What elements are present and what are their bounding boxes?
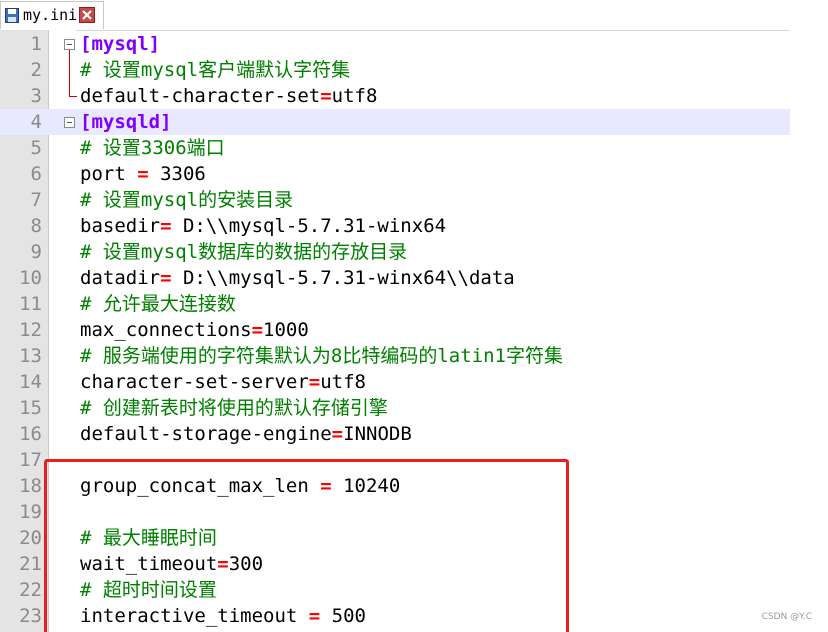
tab-bar: my.ini — [0, 0, 790, 31]
code-line[interactable]: 7 # 设置mysql的安装目录 — [0, 187, 790, 213]
fold-collapse-icon[interactable] — [64, 39, 75, 50]
operator-token: = — [160, 267, 172, 289]
line-number: 8 — [30, 215, 42, 237]
code-text: port = 3306 — [80, 161, 206, 187]
code-line[interactable]: 14 character-set-server=utf8 — [0, 369, 790, 395]
code-text: # 设置mysql的安装目录 — [80, 187, 293, 213]
line-number: 4 — [30, 111, 42, 133]
text-token: D:\\mysql-5.7.31-winx64 — [171, 215, 447, 237]
line-number: 19 — [19, 501, 42, 523]
code-text: # 设置3306端口 — [80, 135, 225, 161]
text-token: basedir — [80, 215, 161, 237]
watermark: CSDN @Y.C — [761, 612, 812, 622]
line-number: 3 — [30, 85, 42, 107]
text-token: 1000 — [263, 319, 309, 341]
close-icon[interactable] — [79, 7, 95, 23]
text-token: INNODB — [343, 423, 412, 445]
code-line[interactable]: 11 # 允许最大连接数 — [0, 291, 790, 317]
code-text: # 创建新表时将使用的默认存储引擎 — [80, 395, 388, 421]
comment-token: # 设置mysql的安装目录 — [80, 189, 294, 211]
operator-token: = — [331, 423, 344, 445]
code-text: basedir= D:\\mysql-5.7.31-winx64 — [80, 213, 446, 239]
section-token: [mysqld] — [80, 111, 172, 133]
code-text: [mysqld] — [80, 109, 172, 135]
code-line[interactable]: 15 # 创建新表时将使用的默认存储引擎 — [0, 395, 790, 421]
operator-token: = — [320, 85, 332, 107]
section-token: [mysql] — [80, 33, 161, 55]
line-number: 17 — [19, 449, 42, 471]
code-line[interactable]: 8 basedir= D:\\mysql-5.7.31-winx64 — [0, 213, 790, 239]
operator-token: = — [160, 215, 172, 237]
text-token: utf8 — [320, 371, 366, 393]
code-line[interactable]: 13 # 服务端使用的字符集默认为8比特编码的latin1字符集 — [0, 343, 790, 369]
code-text: default-character-set=utf8 — [80, 83, 377, 109]
code-line[interactable]: 16 default-storage-engine=INNODB — [0, 421, 790, 447]
line-number: 7 — [30, 189, 42, 211]
code-line[interactable]: 12 max_connections=1000 — [0, 317, 790, 343]
line-number: 1 — [30, 33, 42, 55]
line-number: 13 — [19, 345, 42, 367]
comment-token: # 创建新表时将使用的默认存储引擎 — [80, 397, 388, 419]
line-number: 2 — [30, 59, 42, 81]
code-text: character-set-server=utf8 — [80, 369, 366, 395]
text-token: port — [80, 163, 138, 185]
fold-collapse-icon[interactable] — [64, 117, 75, 128]
line-number: 14 — [19, 371, 42, 393]
fold-end-marker — [69, 96, 77, 97]
comment-token: # 服务端使用的字符集默认为8比特编码的latin1字符集 — [80, 345, 563, 367]
tab-filename: my.ini — [23, 6, 78, 24]
code-line[interactable]: 10 datadir= D:\\mysql-5.7.31-winx64\\data — [0, 265, 790, 291]
line-number: 6 — [30, 163, 42, 185]
code-line[interactable]: 2 # 设置mysql客户端默认字符集 — [0, 57, 790, 83]
code-line[interactable]: 1 [mysql] — [0, 31, 790, 57]
line-number: 22 — [19, 579, 42, 601]
line-number: 18 — [19, 475, 42, 497]
code-line[interactable]: 6 port = 3306 — [0, 161, 790, 187]
code-text: # 服务端使用的字符集默认为8比特编码的latin1字符集 — [80, 343, 563, 369]
operator-token: = — [137, 163, 149, 185]
fold-range-line — [69, 50, 70, 96]
text-token: character-set-server — [80, 371, 309, 393]
line-number: 5 — [30, 137, 42, 159]
comment-token: # 允许最大连接数 — [80, 293, 236, 315]
text-token: default-storage-engine — [80, 423, 332, 445]
code-text: # 设置mysql客户端默认字符集 — [80, 57, 350, 83]
code-text: datadir= D:\\mysql-5.7.31-winx64\\data — [80, 265, 515, 291]
tab-my-ini[interactable]: my.ini — [0, 1, 104, 29]
operator-token: = — [251, 319, 264, 341]
line-number: 15 — [19, 397, 42, 419]
code-line[interactable]: 3 default-character-set=utf8 — [0, 83, 790, 109]
code-line[interactable]: 4 [mysqld] — [0, 109, 790, 135]
code-text: [mysql] — [80, 31, 160, 57]
operator-token: = — [308, 371, 321, 393]
annotation-highlight-box — [44, 459, 569, 632]
line-number: 16 — [19, 423, 42, 445]
line-number: 11 — [19, 293, 42, 315]
line-number: 9 — [30, 241, 42, 263]
code-text: # 允许最大连接数 — [80, 291, 236, 317]
line-number: 20 — [19, 527, 42, 549]
line-number: 23 — [19, 605, 42, 627]
line-number: 12 — [19, 319, 42, 341]
text-token: utf8 — [331, 85, 378, 107]
code-editor[interactable]: 1 [mysql] 2 # 设置mysql客户端默认字符集 3 default-chara… — [0, 30, 790, 632]
text-token: 3306 — [148, 163, 206, 185]
comment-token: # 设置3306端口 — [80, 137, 225, 159]
comment-token: # 设置mysql客户端默认字符集 — [80, 59, 351, 81]
text-token: datadir — [80, 267, 161, 289]
text-token: D:\\mysql-5.7.31-winx64\\data — [171, 267, 515, 289]
text-token: max_connections — [80, 319, 252, 341]
code-text: max_connections=1000 — [80, 317, 309, 343]
line-number: 10 — [19, 267, 42, 289]
code-text: # 设置mysql数据库的数据的存放目录 — [80, 239, 407, 265]
code-text: default-storage-engine=INNODB — [80, 421, 412, 447]
text-token: default-character-set — [80, 85, 321, 107]
line-number: 21 — [19, 553, 42, 575]
comment-token: # 设置mysql数据库的数据的存放目录 — [80, 241, 408, 263]
save-disk-icon — [5, 8, 19, 23]
code-line[interactable]: 9 # 设置mysql数据库的数据的存放目录 — [0, 239, 790, 265]
code-line[interactable]: 5 # 设置3306端口 — [0, 135, 790, 161]
